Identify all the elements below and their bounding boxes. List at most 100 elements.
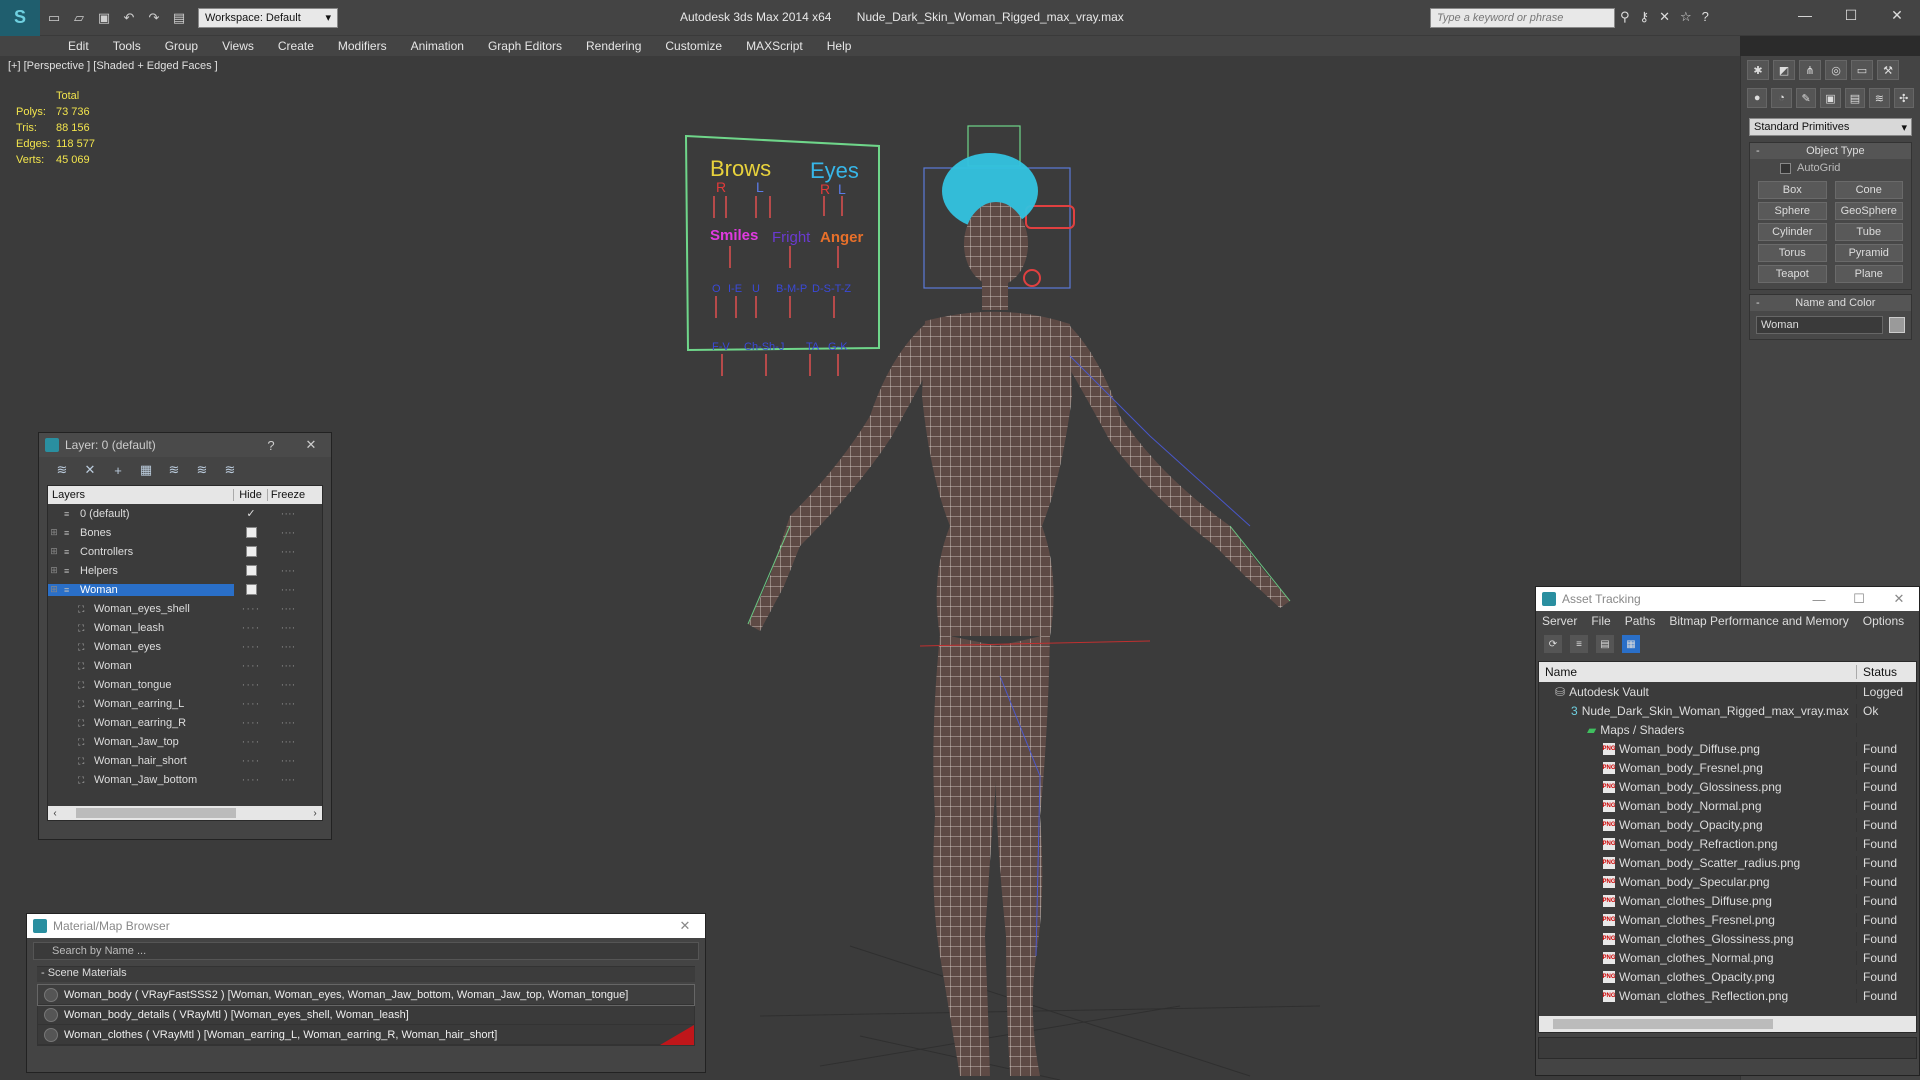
hide-toggle[interactable]: ···· [242, 660, 261, 672]
open-file-icon[interactable]: ▱ [68, 7, 90, 29]
hide-toggle[interactable]: ···· [242, 622, 261, 634]
freeze-toggle[interactable]: ···· [268, 774, 308, 786]
layer-row[interactable]: ⛶ Woman_leash ···· ···· [48, 618, 322, 637]
communication-icon[interactable]: ✕ [1659, 9, 1670, 25]
pyramid-button[interactable]: Pyramid [1834, 244, 1903, 262]
refresh-icon[interactable]: ⟳ [1544, 635, 1562, 653]
new-file-icon[interactable]: ▭ [43, 7, 65, 29]
modify-tab-icon[interactable]: ◩ [1773, 60, 1795, 80]
scroll-thumb[interactable] [76, 808, 236, 818]
expand-icon[interactable]: ⊞ [48, 527, 60, 538]
asset-row[interactable]: PNG Woman_clothes_Reflection.png Found [1539, 986, 1916, 1005]
cylinder-button[interactable]: Cylinder [1758, 223, 1827, 241]
display-tab-icon[interactable]: ▭ [1851, 60, 1873, 80]
add-to-layer-icon[interactable]: + [109, 461, 127, 479]
object-name-field[interactable]: Woman [1756, 316, 1883, 334]
freeze-toggle[interactable]: ···· [268, 698, 308, 710]
menu-group[interactable]: Group [153, 39, 210, 53]
layer-row[interactable]: ⛶ Woman_tongue ···· ···· [48, 675, 322, 694]
layer-row[interactable]: ⊞ ≡ Woman ···· [48, 580, 322, 599]
hide-toggle[interactable]: ···· [242, 603, 261, 615]
table-view-icon[interactable]: ▦ [1622, 635, 1640, 653]
torus-button[interactable]: Torus [1758, 244, 1827, 262]
col-hide[interactable]: Hide [234, 489, 268, 501]
box-button[interactable]: Box [1758, 181, 1827, 199]
maximize-icon[interactable]: ☐ [1839, 591, 1879, 607]
freeze-toggle[interactable]: ···· [268, 584, 308, 596]
asset-row[interactable]: PNG Woman_body_Specular.png Found [1539, 872, 1916, 891]
asset-row[interactable]: PNG Woman_body_Scatter_radius.png Found [1539, 853, 1916, 872]
hide-toggle[interactable] [245, 527, 257, 538]
menu-views[interactable]: Views [210, 39, 266, 53]
material-search-input[interactable]: Search by Name ... [33, 942, 699, 960]
freeze-all-icon[interactable]: ≋ [221, 461, 239, 479]
freeze-toggle[interactable]: ···· [268, 755, 308, 767]
menu-edit[interactable]: Edit [56, 39, 101, 53]
key-icon[interactable]: ⚷ [1640, 9, 1650, 25]
asset-menu-file[interactable]: File [1591, 614, 1610, 628]
workspace-dropdown[interactable]: Workspace: Default ▾ [198, 7, 338, 28]
col-layers[interactable]: Layers [48, 489, 234, 501]
layer-row[interactable]: ⛶ Woman_earring_L ···· ···· [48, 694, 322, 713]
hide-toggle[interactable]: ···· [242, 641, 261, 653]
help-icon[interactable]: ? [1702, 9, 1709, 25]
freeze-toggle[interactable]: ···· [268, 660, 308, 672]
select-layer-icon[interactable]: ▦ [137, 461, 155, 479]
binoculars-icon[interactable]: ⚲ [1620, 9, 1630, 25]
autogrid-checkbox[interactable]: AutoGrid [1750, 159, 1911, 177]
close-button[interactable]: ✕ [1874, 0, 1920, 30]
layer-row[interactable]: ⛶ Woman ···· ···· [48, 656, 322, 675]
close-icon[interactable]: ✕ [291, 437, 331, 453]
hide-toggle[interactable]: ···· [242, 736, 261, 748]
search-input[interactable]: Type a keyword or phrase [1430, 8, 1615, 28]
hierarchy-tab-icon[interactable]: ⋔ [1799, 60, 1821, 80]
menu-modifiers[interactable]: Modifiers [326, 39, 399, 53]
material-item[interactable]: Woman_body_details ( VRayMtl ) [Woman_ey… [38, 1005, 694, 1025]
expand-icon[interactable]: ⊞ [48, 584, 60, 595]
helpers-icon[interactable]: ▤ [1844, 88, 1866, 108]
asset-row[interactable]: PNG Woman_clothes_Normal.png Found [1539, 948, 1916, 967]
hide-toggle[interactable]: ···· [242, 774, 261, 786]
freeze-toggle[interactable]: ···· [268, 622, 308, 634]
material-browser-titlebar[interactable]: Material/Map Browser ✕ [27, 914, 705, 938]
layer-row[interactable]: ⛶ Woman_Jaw_bottom ···· ···· [48, 770, 322, 789]
hide-toggle[interactable]: ···· [242, 755, 261, 767]
shapes-icon[interactable]: ◔ [1771, 88, 1792, 108]
asset-row[interactable]: PNG Woman_clothes_Opacity.png Found [1539, 967, 1916, 986]
maximize-button[interactable]: ☐ [1828, 0, 1874, 30]
layers-hscrollbar[interactable]: ‹ › [48, 806, 322, 820]
asset-row[interactable]: PNG Woman_body_Normal.png Found [1539, 796, 1916, 815]
asset-row[interactable]: PNG Woman_body_Fresnel.png Found [1539, 758, 1916, 777]
hide-toggle[interactable] [245, 546, 257, 557]
asset-row[interactable]: ▰ Maps / Shaders [1539, 720, 1916, 739]
layer-panel-titlebar[interactable]: Layer: 0 (default) ? ✕ [39, 433, 331, 457]
asset-tracking-titlebar[interactable]: Asset Tracking — ☐ ✕ [1536, 587, 1919, 611]
teapot-button[interactable]: Teapot [1758, 265, 1827, 283]
minimize-icon[interactable]: — [1799, 592, 1839, 607]
layer-row[interactable]: ⛶ Woman_hair_short ···· ···· [48, 751, 322, 770]
help-icon[interactable]: ? [251, 438, 291, 453]
asset-row[interactable]: PNG Woman_clothes_Glossiness.png Found [1539, 929, 1916, 948]
asset-row[interactable]: PNG Woman_body_Glossiness.png Found [1539, 777, 1916, 796]
sphere-button[interactable]: Sphere [1758, 202, 1827, 220]
freeze-toggle[interactable]: ···· [268, 565, 308, 577]
menu-animation[interactable]: Animation [399, 39, 476, 53]
layer-row[interactable]: ⊞ ≡ Helpers ···· [48, 561, 322, 580]
asset-row[interactable]: ⛁ Autodesk Vault Logged [1539, 682, 1916, 701]
layer-row[interactable]: ⊞ ≡ Bones ···· [48, 523, 322, 542]
freeze-toggle[interactable]: ···· [268, 736, 308, 748]
app-logo-icon[interactable]: S [0, 0, 40, 36]
layer-row[interactable]: ⛶ Woman_Jaw_top ···· ···· [48, 732, 322, 751]
asset-row[interactable]: PNG Woman_clothes_Diffuse.png Found [1539, 891, 1916, 910]
object-type-header[interactable]: - Object Type [1750, 143, 1911, 159]
col-name[interactable]: Name [1539, 665, 1857, 679]
asset-menu-bitmap-performance-and-memory[interactable]: Bitmap Performance and Memory [1669, 614, 1848, 628]
create-tab-icon[interactable]: ✱ [1747, 60, 1769, 80]
geometry-icon[interactable]: ● [1747, 88, 1768, 108]
scene-materials-header[interactable]: - Scene Materials [37, 966, 695, 982]
systems-icon[interactable]: ✣ [1893, 88, 1914, 108]
layer-row[interactable]: ⛶ Woman_eyes ···· ···· [48, 637, 322, 656]
list-view-icon[interactable]: ≡ [1570, 635, 1588, 653]
asset-menu-options[interactable]: Options [1863, 614, 1904, 628]
lights-icon[interactable]: ✎ [1795, 88, 1817, 108]
